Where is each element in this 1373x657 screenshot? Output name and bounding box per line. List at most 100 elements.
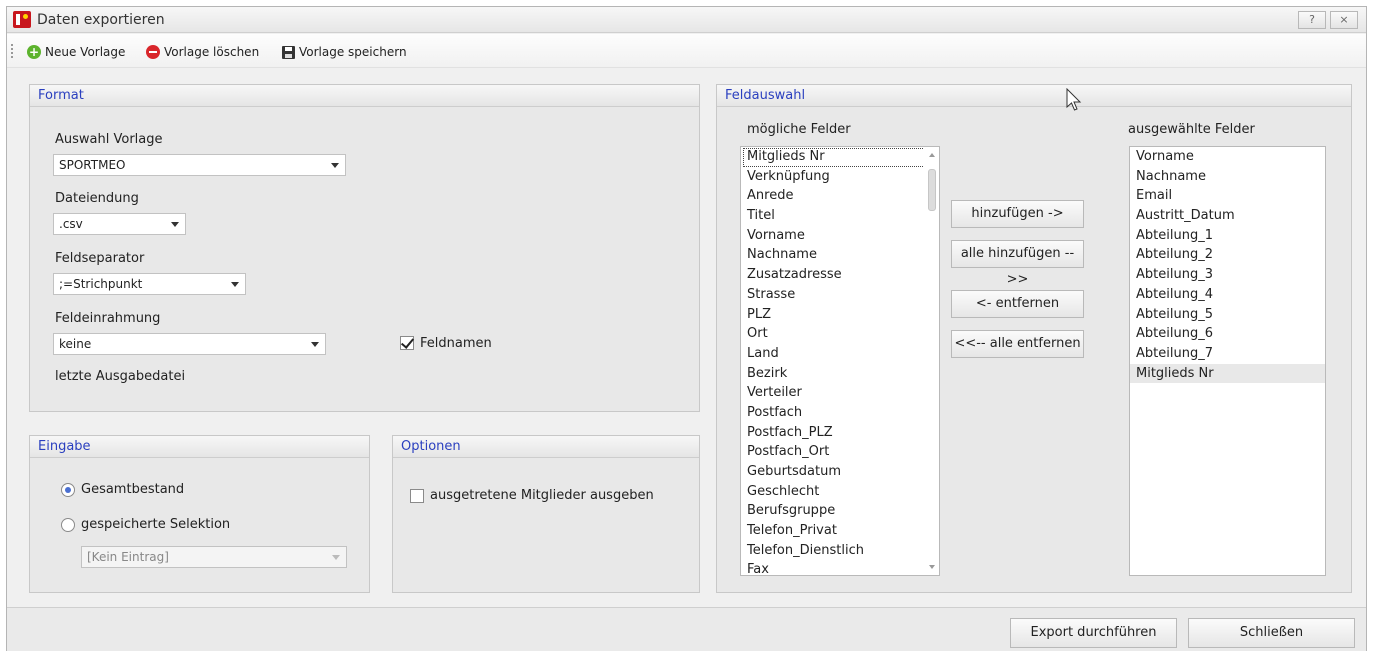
delete-template-button[interactable]: Vorlage löschen [146, 43, 259, 61]
chevron-down-icon [332, 555, 340, 560]
radio-all-label[interactable]: Gesamtbestand [81, 482, 184, 497]
available-field-item[interactable]: Zusatzadresse [741, 265, 939, 285]
new-template-button[interactable]: + Neue Vorlage [27, 43, 125, 61]
exited-members-checkbox[interactable] [410, 489, 424, 503]
available-field-item[interactable]: Postfach_Ort [741, 442, 939, 462]
available-field-item[interactable]: Fax [741, 560, 939, 575]
app-logo-icon [13, 11, 31, 28]
available-field-item[interactable]: Land [741, 344, 939, 364]
extension-select[interactable]: .csv [53, 213, 186, 235]
selected-field-item[interactable]: Austritt_Datum [1130, 206, 1325, 226]
mouse-pointer-icon [1066, 88, 1082, 111]
template-select[interactable]: SPORTMEO [53, 154, 346, 176]
radio-all-records[interactable] [61, 483, 75, 497]
available-field-item[interactable]: Telefon_Privat [741, 521, 939, 541]
radio-saved-label[interactable]: gespeicherte Selektion [81, 517, 230, 532]
options-group: Optionen ausgetretene Mitglieder ausgebe… [392, 435, 700, 593]
available-list-scrollbar[interactable] [923, 147, 939, 575]
delete-template-label: Vorlage löschen [164, 45, 260, 59]
chevron-down-icon [311, 342, 319, 347]
available-field-item[interactable]: Ort [741, 324, 939, 344]
window-title: Daten exportieren [37, 12, 165, 28]
extension-value: .csv [59, 217, 83, 231]
enclosure-label: Feldeinrahmung [55, 311, 161, 326]
options-header: Optionen [393, 436, 699, 458]
selected-field-item[interactable]: Abteilung_2 [1130, 245, 1325, 265]
field-selection-group: Feldauswahl mögliche Felder ausgewählte … [716, 84, 1352, 593]
radio-saved-selection[interactable] [61, 518, 75, 532]
chevron-down-icon [231, 282, 239, 287]
separator-select[interactable]: ;=Strichpunkt [53, 273, 246, 295]
field-selection-header: Feldauswahl [717, 85, 1351, 107]
available-field-item[interactable]: Vorname [741, 226, 939, 246]
scroll-thumb[interactable] [928, 169, 936, 211]
available-field-item[interactable]: PLZ [741, 305, 939, 325]
add-field-button[interactable]: hinzufügen -> [951, 200, 1084, 228]
available-fields-label: mögliche Felder [747, 122, 851, 137]
chevron-down-icon [331, 163, 339, 168]
floppy-disk-icon [282, 45, 295, 59]
selected-field-item[interactable]: Abteilung_6 [1130, 324, 1325, 344]
template-value: SPORTMEO [59, 158, 126, 172]
available-field-item[interactable]: Geburtsdatum [741, 462, 939, 482]
separator-label: Feldseparator [55, 251, 145, 266]
toolbar-grip-icon[interactable] [11, 44, 14, 58]
selected-field-item[interactable]: Email [1130, 186, 1325, 206]
remove-circle-icon [146, 45, 160, 59]
export-button[interactable]: Export durchführen [1010, 618, 1177, 648]
available-field-item[interactable]: Postfach_PLZ [741, 423, 939, 443]
export-dialog: Daten exportieren ? × + Neue Vorlage Vor… [6, 6, 1367, 651]
available-field-item[interactable]: Nachname [741, 245, 939, 265]
chevron-down-icon [171, 222, 179, 227]
save-template-label: Vorlage speichern [299, 45, 407, 59]
selected-field-item[interactable]: Abteilung_7 [1130, 344, 1325, 364]
format-group: Format Auswahl Vorlage SPORTMEO Dateiend… [29, 84, 700, 412]
saved-selection-value: [Kein Eintrag] [87, 550, 169, 564]
input-group: Eingabe Gesamtbestand gespeicherte Selek… [29, 435, 370, 593]
selected-field-item[interactable]: Nachname [1130, 167, 1325, 187]
input-header: Eingabe [30, 436, 369, 458]
selected-field-item[interactable]: Abteilung_1 [1130, 226, 1325, 246]
exited-members-label[interactable]: ausgetretene Mitglieder ausgeben [430, 488, 654, 503]
available-field-item[interactable]: Berufsgruppe [741, 501, 939, 521]
extension-label: Dateiendung [55, 191, 139, 206]
available-field-item[interactable]: Anrede [741, 186, 939, 206]
format-header: Format [30, 85, 699, 107]
selected-field-item[interactable]: Abteilung_3 [1130, 265, 1325, 285]
saved-selection-select[interactable]: [Kein Eintrag] [81, 546, 347, 568]
dialog-footer: Export durchführen Schließen [7, 607, 1366, 651]
add-all-fields-button[interactable]: alle hinzufügen -->> [951, 240, 1084, 287]
available-field-item[interactable]: Bezirk [741, 364, 939, 384]
fieldnames-checkbox[interactable] [400, 336, 414, 350]
new-template-label: Neue Vorlage [45, 45, 126, 59]
selected-field-item[interactable]: Abteilung_4 [1130, 285, 1325, 305]
selected-fields-label: ausgewählte Felder [1128, 122, 1255, 137]
available-field-item[interactable]: Strasse [741, 285, 939, 305]
available-field-item[interactable]: Mitglieds Nr [743, 148, 935, 167]
last-file-label: letzte Ausgabedatei [55, 369, 186, 384]
enclosure-select[interactable]: keine [53, 333, 326, 355]
separator-value: ;=Strichpunkt [59, 277, 143, 291]
available-field-item[interactable]: Geschlecht [741, 482, 939, 502]
available-fields-list[interactable]: Mitglieds Nr Verknüpfung Anrede Titel Vornam… [740, 146, 940, 576]
available-field-item[interactable]: Telefon_Dienstlich [741, 541, 939, 561]
available-field-item[interactable]: Verknüpfung [741, 167, 939, 187]
scroll-up-icon[interactable] [929, 153, 935, 157]
toolbar: + Neue Vorlage Vorlage löschen Vorlage s… [7, 34, 1366, 68]
remove-field-button[interactable]: <- entfernen [951, 290, 1084, 318]
close-window-button[interactable]: × [1330, 11, 1358, 29]
available-field-item[interactable]: Verteiler [741, 383, 939, 403]
selected-field-item[interactable]: Mitglieds Nr [1130, 363, 1325, 384]
selected-field-item[interactable]: Abteilung_5 [1130, 305, 1325, 325]
scroll-down-icon[interactable] [929, 565, 935, 569]
help-button[interactable]: ? [1298, 11, 1326, 29]
selected-fields-list[interactable]: Vorname Nachname Email Austritt_Datum Abteil… [1129, 146, 1326, 576]
available-field-item[interactable]: Postfach [741, 403, 939, 423]
available-field-item[interactable]: Titel [741, 206, 939, 226]
save-template-button[interactable]: Vorlage speichern [282, 43, 407, 61]
selected-field-item[interactable]: Vorname [1130, 147, 1325, 167]
remove-all-fields-button[interactable]: <<-- alle entfernen [951, 330, 1084, 358]
close-button[interactable]: Schließen [1188, 618, 1355, 648]
template-label: Auswahl Vorlage [55, 132, 163, 147]
fieldnames-label[interactable]: Feldnamen [420, 336, 492, 351]
